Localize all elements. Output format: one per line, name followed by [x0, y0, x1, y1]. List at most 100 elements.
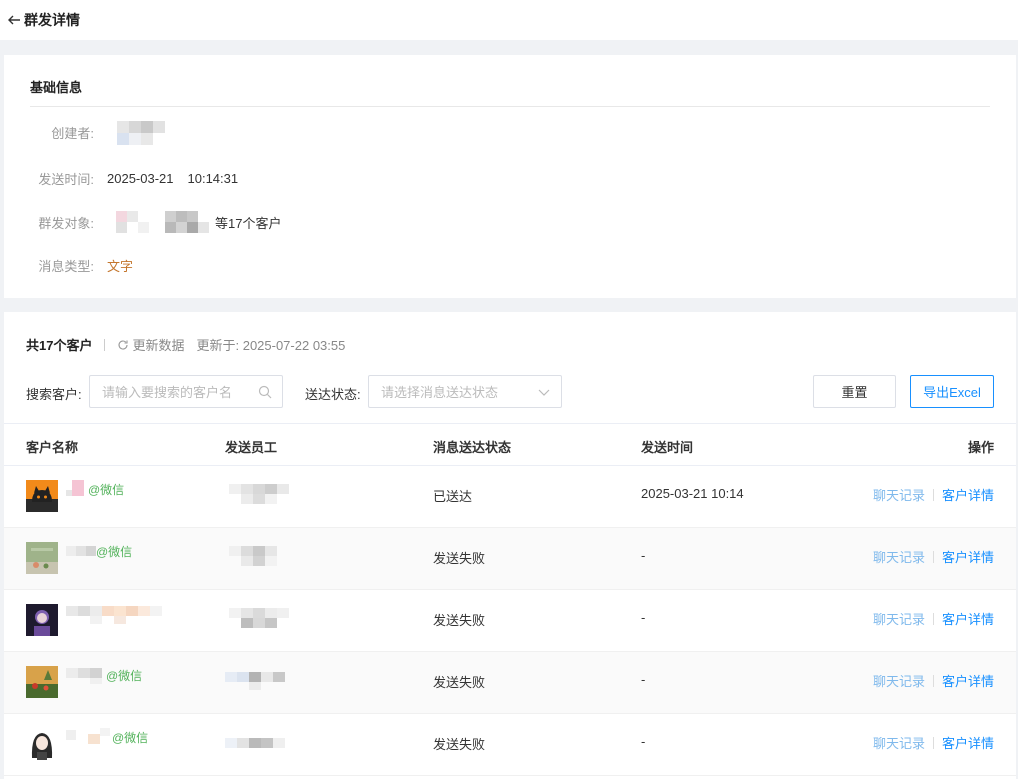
msg-type-value: 文字: [107, 258, 134, 274]
divider: [30, 106, 990, 107]
page-title: 群发详情: [24, 12, 80, 28]
refresh-label: 更新数据: [132, 338, 185, 353]
refresh-button[interactable]: 更新数据: [117, 335, 184, 354]
arrow-left-icon[interactable]: [6, 12, 22, 28]
blurred-name: [66, 666, 106, 684]
chevron-down-icon: [538, 389, 550, 396]
search-label: 搜索客户:: [26, 387, 82, 402]
delivery-status: 发送失败: [433, 675, 486, 690]
col-status: 消息送达状态: [433, 440, 512, 455]
msg-type-label: 消息类型:: [38, 258, 94, 274]
reset-button[interactable]: 重置: [813, 375, 896, 408]
avatar: [26, 542, 58, 574]
chat-history-link[interactable]: 聊天记录: [873, 671, 925, 690]
blurred-name: [66, 604, 164, 624]
wechat-tag: @微信: [96, 544, 133, 559]
customer-name: @微信: [66, 542, 132, 560]
delivery-status: 发送失败: [433, 613, 486, 628]
blurred-staff: [225, 544, 297, 568]
search-placeholder: 请输入要搜索的客户名: [102, 385, 233, 400]
send-time: -: [641, 734, 646, 749]
target-row: 群发对象: 等17个客户: [4, 211, 282, 233]
blurred-staff: [225, 730, 297, 754]
summary-bar: 共17个客户 更新数据 更新于: 2025-07-22 03:55: [26, 335, 345, 354]
search-icon: [258, 385, 272, 398]
blurred-staff: [225, 606, 297, 630]
wechat-tag: @微信: [88, 482, 125, 497]
blurred-staff: [225, 668, 297, 692]
wechat-tag: @微信: [112, 730, 149, 745]
customer-name: [66, 604, 164, 624]
target-label: 群发对象:: [38, 215, 94, 231]
send-time: -: [641, 610, 646, 625]
creator-label: 创建者:: [51, 125, 94, 141]
chat-history-link[interactable]: 聊天记录: [873, 733, 925, 752]
blurred-name: [66, 480, 88, 498]
top-bar: 群发详情: [0, 0, 1018, 40]
col-customer: 客户名称: [26, 440, 79, 455]
send-time: 2025-03-21 10:14: [641, 486, 744, 501]
divider: [932, 736, 934, 749]
status-placeholder: 请选择消息送达状态: [381, 385, 499, 400]
blurred-name: [107, 119, 179, 145]
table-row: @微信 发送失败 - 聊天记录 客户详情: [4, 652, 1016, 714]
target-suffix: 等17个客户: [215, 215, 282, 231]
delivery-status: 已送达: [433, 489, 473, 504]
send-time: -: [641, 548, 646, 563]
avatar: [26, 604, 58, 636]
status-select[interactable]: 请选择消息送达状态: [368, 375, 562, 408]
customer-detail-link[interactable]: 客户详情: [942, 671, 994, 690]
chat-history-link[interactable]: 聊天记录: [873, 547, 925, 566]
chat-history-link[interactable]: 聊天记录: [873, 485, 925, 504]
avatar: [26, 666, 58, 698]
customer-detail-link[interactable]: 客户详情: [942, 485, 994, 504]
row-actions: 聊天记录 客户详情: [873, 733, 994, 752]
chat-history-link[interactable]: 聊天记录: [873, 609, 925, 628]
customer-list-card: 共17个客户 更新数据 更新于: 2025-07-22 03:55 搜索客户: …: [4, 312, 1016, 779]
divider: [932, 674, 934, 687]
customer-name: @微信: [66, 480, 124, 498]
table-row: @微信 已送达 2025-03-21 10:14 聊天记录 客户详情: [4, 466, 1016, 528]
table-row: @微信 发送失败 - 聊天记录 客户详情: [4, 714, 1016, 776]
creator-value: [107, 119, 179, 145]
divider: [104, 338, 106, 351]
send-date: 2025-03-21: [107, 170, 174, 186]
col-staff: 发送员工: [225, 440, 278, 455]
export-excel-button[interactable]: 导出Excel: [910, 375, 994, 408]
table-row: @微信 发送失败 - 聊天记录 客户详情: [4, 528, 1016, 590]
customer-name: @微信: [66, 728, 148, 746]
customer-detail-link[interactable]: 客户详情: [942, 609, 994, 628]
status-label: 送达状态:: [305, 387, 361, 402]
avatar: [26, 728, 58, 760]
blurred-targets: [107, 211, 215, 233]
section-title: 基础信息: [30, 80, 83, 95]
refresh-icon: [118, 339, 129, 350]
divider: [932, 612, 934, 625]
row-actions: 聊天记录 客户详情: [873, 547, 994, 566]
basic-info-card: 基础信息 创建者: 发送时间: 2025-03-21 10:14:31 群发对象…: [4, 55, 1016, 298]
customer-detail-link[interactable]: 客户详情: [942, 547, 994, 566]
delivery-status: 发送失败: [433, 737, 486, 752]
customer-detail-link[interactable]: 客户详情: [942, 733, 994, 752]
avatar: [26, 480, 58, 512]
row-actions: 聊天记录 客户详情: [873, 671, 994, 690]
blurred-name: [66, 542, 96, 560]
blurred-staff: [225, 482, 297, 506]
blurred-name: [66, 728, 112, 746]
table-row: 发送失败 - 聊天记录 客户详情: [4, 590, 1016, 652]
send-time-label: 发送时间:: [38, 171, 94, 187]
creator-row: 创建者:: [4, 119, 179, 145]
divider: [932, 550, 934, 563]
col-actions: 操作: [967, 440, 994, 455]
search-input[interactable]: 请输入要搜索的客户名: [89, 375, 283, 408]
divider: [932, 488, 934, 501]
send-clock: 10:14:31: [187, 170, 239, 186]
msg-type-row: 消息类型: 文字: [4, 255, 133, 275]
table-header: 客户名称 发送员工 消息送达状态 发送时间 操作: [4, 423, 1016, 466]
row-actions: 聊天记录 客户详情: [873, 485, 994, 504]
delivery-status: 发送失败: [433, 551, 486, 566]
updated-at: 更新于: 2025-07-22 03:55: [196, 338, 346, 353]
row-actions: 聊天记录 客户详情: [873, 609, 994, 628]
send-time: -: [641, 672, 646, 687]
send-time-row: 发送时间: 2025-03-21 10:14:31: [4, 168, 238, 188]
